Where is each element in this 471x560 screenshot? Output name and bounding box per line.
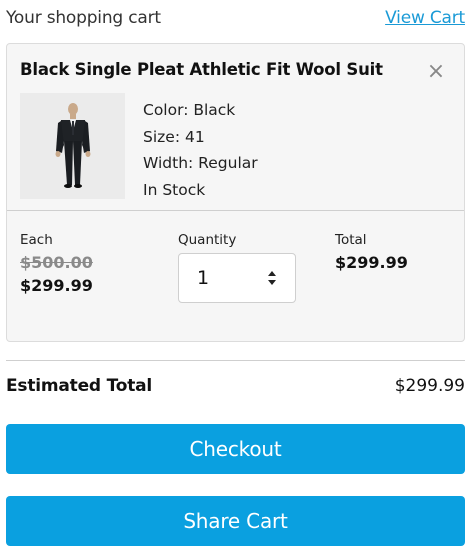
view-cart-link[interactable]: View Cart <box>385 8 465 28</box>
cart-header: Your shopping cart View Cart <box>6 8 465 36</box>
share-cart-button[interactable]: Share Cart <box>6 496 465 546</box>
quantity-select[interactable]: 1 <box>178 253 296 303</box>
each-price-column: Each $500.00 $299.99 <box>20 232 93 295</box>
attr-width: Width: Regular <box>143 154 258 172</box>
each-label: Each <box>20 232 53 248</box>
sale-price: $299.99 <box>20 276 93 295</box>
total-label: Total <box>335 232 367 248</box>
stock-status: In Stock <box>143 180 206 199</box>
checkout-button[interactable]: Checkout <box>6 424 465 474</box>
product-image[interactable] <box>20 93 125 199</box>
cart-item-card: Black Single Pleat Athletic Fit Wool Sui… <box>6 43 465 342</box>
quantity-column: Quantity 1 <box>178 232 296 303</box>
remove-item-close-icon[interactable]: × <box>424 59 448 85</box>
cart-item-details: Black Single Pleat Athletic Fit Wool Sui… <box>7 44 464 211</box>
attr-color: Color: Black <box>143 101 236 119</box>
original-price: $500.00 <box>20 253 93 272</box>
cart-title: Your shopping cart <box>6 8 161 28</box>
line-total-value: $299.99 <box>335 253 408 272</box>
quantity-value: 1 <box>197 267 210 289</box>
suit-man-icon <box>20 93 125 199</box>
estimated-total-value: $299.99 <box>394 376 465 396</box>
quantity-label: Quantity <box>178 232 237 248</box>
product-attributes: Color: Black Size: 41 Width: Regular In … <box>143 97 258 203</box>
total-column: Total $299.99 <box>335 232 408 272</box>
attr-size: Size: 41 <box>143 127 205 146</box>
up-down-arrows-icon <box>268 271 276 285</box>
summary-divider <box>6 360 465 361</box>
estimated-total-label: Estimated Total <box>6 376 153 396</box>
product-name[interactable]: Black Single Pleat Athletic Fit Wool Sui… <box>20 60 383 79</box>
